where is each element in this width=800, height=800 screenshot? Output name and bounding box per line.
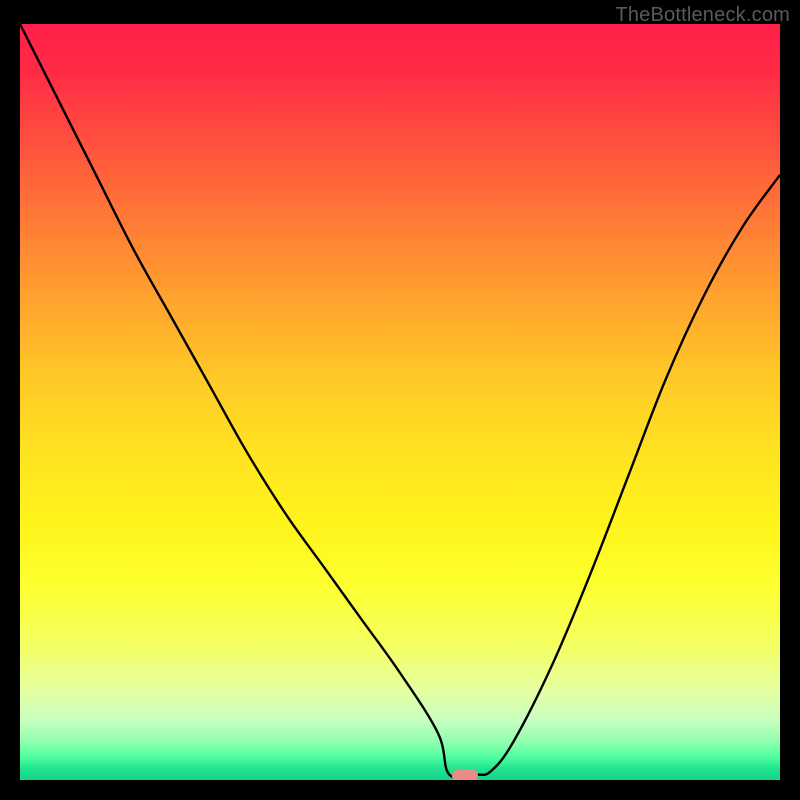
chart-frame: TheBottleneck.com [0, 0, 800, 800]
plot-area [20, 24, 780, 780]
optimal-point-marker [452, 769, 478, 780]
watermark-text: TheBottleneck.com [615, 4, 790, 27]
curve-path [20, 24, 780, 778]
bottleneck-curve [20, 24, 780, 780]
